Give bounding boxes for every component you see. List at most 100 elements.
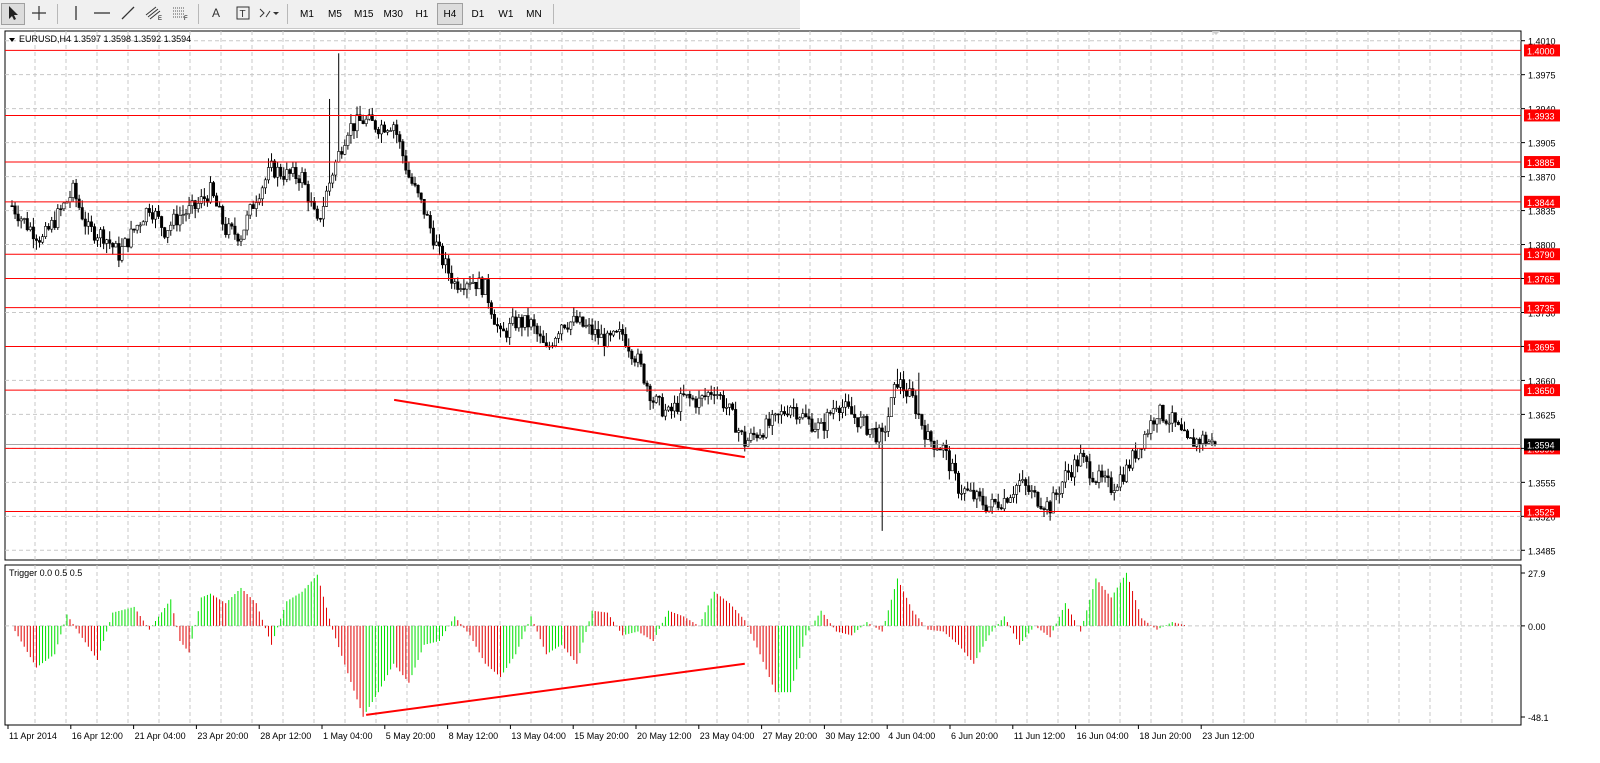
level-price-label: 1.3844 [1527,198,1555,208]
candle-body [248,204,252,216]
candle-body [996,501,1000,508]
candle-body [379,124,383,135]
timeframe-m30-button[interactable]: M30 [379,3,406,25]
candle-body [828,412,832,414]
candle-body [68,197,72,203]
candle-body [541,335,545,343]
time-axis-label: 16 Jun 04:00 [1077,731,1129,741]
candle-body [282,175,286,180]
timeframe-m5-button[interactable]: M5 [322,3,348,25]
candle-body [315,208,319,219]
candle-body [700,395,704,399]
crosshair-tool-button[interactable] [27,3,51,25]
candle-body [465,283,469,290]
equidistant-channel-tool-button[interactable]: E [142,3,166,25]
arrows-tool-button[interactable] [257,3,281,25]
candle-body [563,324,567,329]
candle-body [1213,441,1217,445]
timeframe-d1-button[interactable]: D1 [465,3,491,25]
candle-body [654,395,658,403]
candle-body [883,431,887,433]
arrows-dropdown-icon [258,5,280,24]
fibonacci-icon: F [171,5,189,24]
candle-body [935,448,939,451]
candle-body [486,279,490,304]
candle-body [1100,470,1104,478]
candle-body [181,214,185,216]
candle-body [856,417,860,428]
candle-body [1063,470,1067,483]
candle-body [746,440,750,447]
candle-body [495,324,499,327]
candle-body [489,302,493,315]
candle-body [862,416,866,418]
candle-body [1079,452,1083,467]
timeframe-m1-button[interactable]: M1 [294,3,320,25]
chart-area[interactable]: 1.40101.39751.39401.39051.38701.38351.38… [0,28,1600,760]
timeframe-w1-button[interactable]: W1 [493,3,519,25]
candle-body [520,317,524,328]
fibonacci-tool-button[interactable]: F [168,3,192,25]
cursor-tool-button[interactable] [1,3,25,25]
candle-body [62,202,66,210]
candle-body [37,240,41,243]
timeframe-h4-button[interactable]: H4 [436,3,463,25]
text-tool-button[interactable]: A [205,3,229,25]
candle-body [233,225,237,235]
candle-body [660,397,664,417]
candle-body [764,418,768,438]
candle-body [44,226,48,237]
candle-body [1121,474,1125,482]
candle-body [636,353,640,363]
vertical-line-tool-button[interactable] [64,3,88,25]
candle-body [343,145,347,155]
timeframe-mn-button[interactable]: MN [521,3,547,25]
candle-body [398,134,402,142]
candle-body [853,413,857,418]
candle-body [447,258,451,274]
candle-body [859,416,863,428]
candle-body [706,392,710,397]
candle-body [376,129,380,135]
candle-body [1109,477,1113,493]
timeframe-h1-button[interactable]: H1 [409,3,435,25]
time-axis-label: 28 Apr 12:00 [260,731,311,741]
timeframe-m15-button[interactable]: M15 [350,3,377,25]
candle-body [621,329,625,335]
level-price-label: 1.4000 [1527,46,1555,56]
candle-body [782,411,786,415]
candle-body [1112,490,1116,493]
candle-body [117,243,121,261]
candle-body [499,325,503,330]
candle-body [471,281,475,284]
candle-body [691,397,695,400]
candle-body [608,332,612,336]
candle-body [1021,479,1025,482]
candle-body [1103,475,1107,478]
candle-body [850,406,854,415]
candle-body [254,202,258,209]
candle-body [914,395,918,415]
candle-body [383,124,387,133]
toolbar-separator [552,4,554,24]
candle-body [1024,479,1028,486]
candle-body [642,363,646,384]
candle-body [740,430,744,433]
trendline-tool-button[interactable] [116,3,140,25]
candle-body [337,151,341,163]
candle-body [303,172,307,185]
candle-body [437,241,441,247]
candle-body [572,315,576,323]
candle-body [425,214,429,216]
candle-body [1210,439,1214,443]
candle-body [999,507,1003,510]
candle-body [514,316,518,329]
text-label-tool-button[interactable]: T [231,3,255,25]
indicator-axis-label: 27.9 [1528,569,1546,579]
price-chart[interactable]: 1.40101.39751.39401.39051.38701.38351.38… [0,28,1600,760]
candle-body [889,397,893,417]
horizontal-line-tool-button[interactable] [90,3,114,25]
candle-body [141,221,145,226]
candle-body [1018,480,1022,486]
candle-body [844,401,848,408]
